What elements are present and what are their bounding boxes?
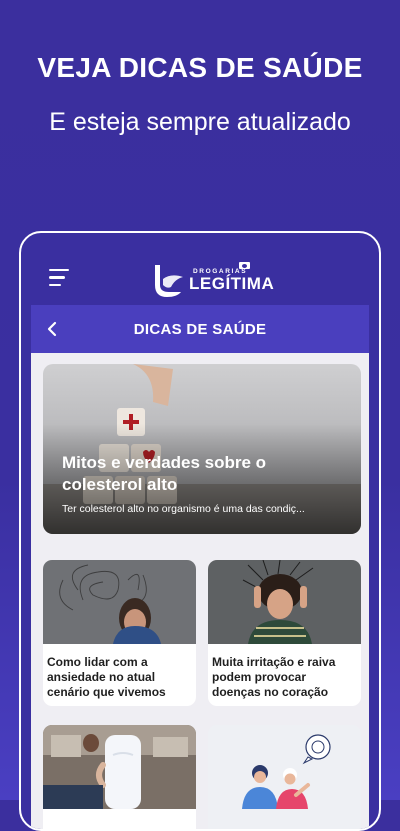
phone-frame: DROGARIAS LEGÍTIMA DICAS DE SAÚDE Mitos … (19, 231, 381, 831)
article-card-anxiety[interactable]: Como lidar com a ansiedade no atual cená… (43, 560, 196, 706)
promo-title: VEJA DICAS DE SAÚDE (37, 52, 363, 83)
back-pain-photo (43, 725, 196, 809)
app-screen: DICAS DE SAÚDE Mitos e verdades sobre o … (31, 305, 369, 829)
article-card-anger[interactable]: Muita irritação e raiva podem provocar d… (208, 560, 361, 706)
featured-article-card[interactable]: Mitos e verdades sobre o colesterol alto… (43, 364, 361, 534)
article-title: Como lidar com a ansiedade no atual cená… (47, 655, 166, 699)
menu-icon[interactable] (49, 269, 71, 287)
article-card-3[interactable] (43, 725, 196, 829)
promo-subtitle: E esteja sempre atualizado (49, 108, 351, 136)
titlebar: DICAS DE SAÚDE (31, 305, 369, 353)
page-title: DICAS DE SAÚDE (133, 321, 267, 338)
logo-name: LEGÍTIMA (189, 274, 275, 293)
angry-woman-photo (208, 560, 361, 644)
featured-article-title: Mitos e verdades sobre o colesterol alto (62, 453, 267, 494)
doctor-patient-illustration (208, 725, 361, 809)
article-title: Muita irritação e raiva podem provocar d… (212, 655, 336, 699)
brazil-flag-icon (239, 262, 250, 269)
app-header: DROGARIAS LEGÍTIMA (21, 233, 379, 305)
featured-article-excerpt: Ter colesterol alto no organismo é uma d… (62, 503, 305, 515)
article-card-4[interactable] (208, 725, 361, 829)
logo-mark-icon (155, 265, 183, 297)
app-logo: DROGARIAS LEGÍTIMA (151, 259, 274, 299)
stressed-woman-photo (43, 560, 196, 644)
